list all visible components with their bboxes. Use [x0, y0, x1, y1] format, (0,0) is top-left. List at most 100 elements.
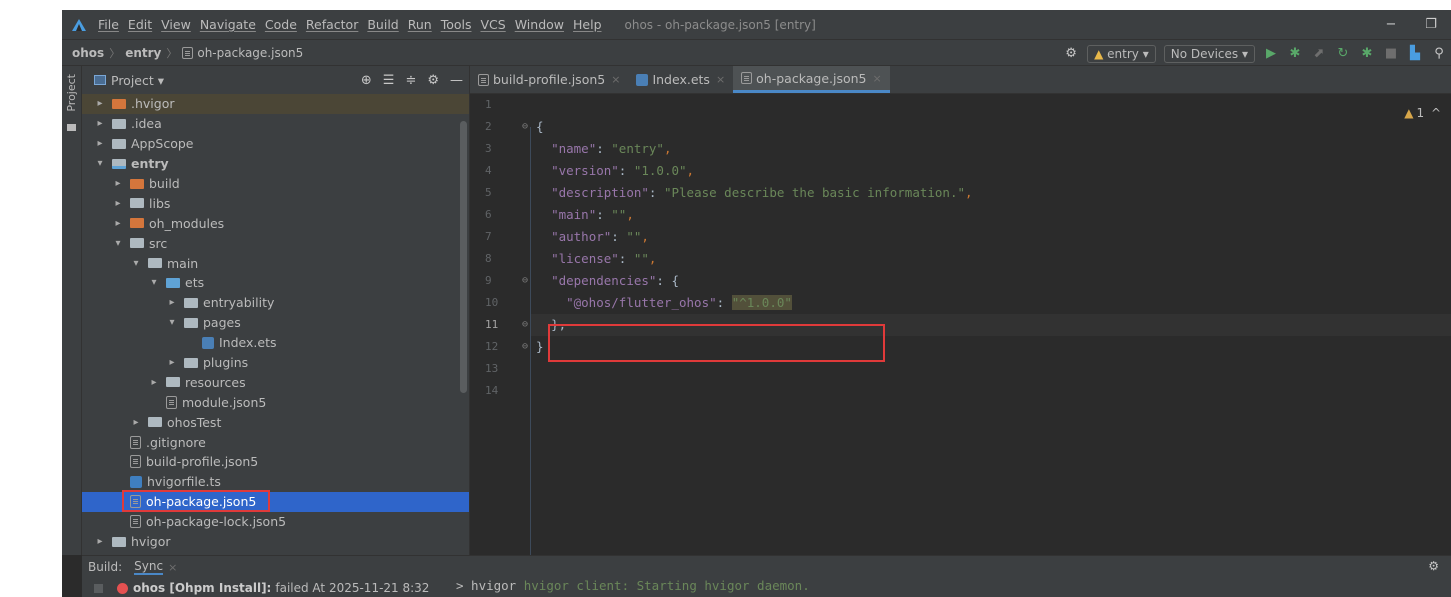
menu-help[interactable]: Help: [573, 17, 602, 32]
chevron-down-icon[interactable]: ▾: [112, 238, 124, 249]
tree-item-idea[interactable]: ▸ .idea: [82, 114, 469, 134]
tree-item-entry[interactable]: ▾ entry: [82, 154, 469, 174]
menu-edit[interactable]: Edit: [128, 17, 152, 32]
error-icon: [117, 582, 128, 594]
chevron-right-icon[interactable]: ▸: [166, 297, 178, 308]
menu-run[interactable]: Run: [408, 17, 432, 32]
tree-item-entryability[interactable]: ▸ entryability: [82, 293, 469, 313]
tree-item-label: ohosTest: [167, 414, 222, 430]
tree-item-build-profile-json5[interactable]: ▸build-profile.json5: [82, 452, 469, 472]
chevron-down-icon[interactable]: ▾: [166, 317, 178, 328]
close-tab-icon[interactable]: ×: [168, 561, 177, 574]
stop-icon[interactable]: ■: [1383, 46, 1399, 61]
debug-icon[interactable]: ✱: [1287, 46, 1303, 61]
tree-item-ets[interactable]: ▾ ets: [82, 273, 469, 293]
profiler-icon[interactable]: ✱: [1359, 46, 1375, 61]
close-tab-icon[interactable]: ×: [873, 72, 882, 85]
collapse-icon[interactable]: [94, 583, 103, 593]
settings-gear-icon[interactable]: ⚙: [1428, 559, 1439, 573]
chevron-right-icon[interactable]: ▸: [148, 377, 160, 388]
tree-item-resources[interactable]: ▸ resources: [82, 372, 469, 392]
breadcrumb-root[interactable]: ohos: [72, 46, 104, 60]
line-number: 1: [485, 98, 492, 111]
menu-view[interactable]: View: [161, 17, 191, 32]
project-scrollbar[interactable]: [460, 121, 467, 393]
tree-item-hvigor[interactable]: ▸ hvigor: [82, 532, 469, 552]
chevron-right-icon[interactable]: ▸: [94, 138, 106, 149]
editor-tab-build-profile-json5[interactable]: build-profile.json5 ×: [470, 66, 628, 93]
restore-button[interactable]: ❐: [1411, 17, 1451, 32]
close-tab-icon[interactable]: ×: [611, 73, 620, 86]
tree-item-oh-package-lock-json5[interactable]: ▸oh-package-lock.json5: [82, 512, 469, 532]
editor-tab-oh-package-json5[interactable]: oh-package.json5 ×: [733, 66, 890, 93]
chevron-right-icon[interactable]: ▸: [166, 357, 178, 368]
tree-item-gitignore[interactable]: ▸.gitignore: [82, 432, 469, 452]
device-manager-icon[interactable]: ▙: [1407, 46, 1423, 61]
module-selector[interactable]: ▲ entry ▾: [1087, 44, 1156, 63]
tree-item-oh-package-json5[interactable]: ▸oh-package.json5: [82, 489, 469, 512]
settings-gear-icon[interactable]: ⚙: [1063, 46, 1079, 61]
hide-panel-icon[interactable]: —: [450, 73, 463, 88]
search-icon[interactable]: ⚲: [1431, 46, 1447, 61]
project-view-selector[interactable]: Project ▾: [111, 73, 164, 88]
chevron-down-icon[interactable]: ▾: [94, 158, 106, 169]
tree-item-module-json5[interactable]: ▸module.json5: [82, 392, 469, 412]
chevron-right-icon[interactable]: ▸: [130, 417, 142, 428]
code-line-8: "license": "",: [551, 251, 657, 266]
locate-file-icon[interactable]: ⊕: [361, 73, 372, 88]
fold-marker-icon[interactable]: ⊖: [522, 270, 528, 292]
run-icon[interactable]: ▶: [1263, 46, 1279, 61]
tree-item-index-ets[interactable]: ▸Index.ets: [82, 333, 469, 353]
menu-tools[interactable]: Tools: [441, 17, 472, 32]
inspection-widget[interactable]: ▲ 1 ^: [1404, 106, 1441, 120]
chevron-right-icon[interactable]: ▸: [112, 218, 124, 229]
menu-code[interactable]: Code: [265, 17, 297, 32]
collapse-all-icon[interactable]: ≑: [405, 73, 416, 88]
fold-marker-icon[interactable]: ⊖: [522, 314, 528, 336]
folder-icon: [112, 536, 126, 547]
chevron-right-icon[interactable]: ▸: [94, 536, 106, 547]
attach-debugger-icon[interactable]: ⬈: [1311, 46, 1327, 61]
editor-tab-index-ets[interactable]: Index.ets ×: [628, 66, 733, 93]
breadcrumb-module[interactable]: entry: [125, 46, 161, 60]
tree-item-label: plugins: [203, 355, 249, 371]
minimize-button[interactable]: −: [1371, 17, 1411, 32]
folder-icon: [112, 118, 126, 129]
console-output: hvigor client: Starting hvigor daemon.: [523, 578, 810, 593]
menu-build[interactable]: Build: [367, 17, 398, 32]
tree-item-src[interactable]: ▾ src: [82, 233, 469, 253]
tree-item-libs[interactable]: ▸ libs: [82, 193, 469, 213]
project-tool-button[interactable]: Project: [65, 74, 78, 112]
apply-changes-icon[interactable]: ↻: [1335, 46, 1351, 61]
tree-item-plugins[interactable]: ▸ plugins: [82, 353, 469, 373]
tree-item-pages[interactable]: ▾ pages: [82, 313, 469, 333]
tree-item-hvigor[interactable]: ▸ .hvigor: [82, 94, 469, 114]
chevron-down-icon[interactable]: ▾: [130, 258, 142, 269]
chevron-right-icon[interactable]: ▸: [94, 118, 106, 129]
code-area[interactable]: { "name": "entry", "version": "1.0.0", "…: [530, 94, 1451, 555]
settings-gear-icon[interactable]: ⚙: [427, 73, 439, 88]
tree-item-appscope[interactable]: ▸ AppScope: [82, 134, 469, 154]
tree-item-build[interactable]: ▸ build: [82, 174, 469, 194]
close-tab-icon[interactable]: ×: [716, 73, 725, 86]
menu-refactor[interactable]: Refactor: [306, 17, 358, 32]
device-selector[interactable]: No Devices ▾: [1163, 44, 1255, 63]
menu-file[interactable]: File: [98, 17, 119, 32]
expand-all-icon[interactable]: ☰: [383, 73, 395, 88]
tab-sync[interactable]: Sync: [134, 559, 164, 575]
tree-item-ohostest[interactable]: ▸ ohosTest: [82, 412, 469, 432]
tree-item-main[interactable]: ▾ main: [82, 253, 469, 273]
breadcrumb-file[interactable]: oh-package.json5: [197, 46, 303, 60]
chevron-right-icon[interactable]: ▸: [112, 198, 124, 209]
chevron-right-icon[interactable]: ▸: [94, 98, 106, 109]
code-line-4: "version": "1.0.0",: [551, 163, 695, 178]
module-icon: ▲: [1094, 46, 1104, 61]
fold-marker-icon[interactable]: ⊖: [522, 116, 528, 138]
chevron-right-icon[interactable]: ▸: [112, 178, 124, 189]
menu-navigate[interactable]: Navigate: [200, 17, 256, 32]
menu-window[interactable]: Window: [515, 17, 564, 32]
fold-marker-icon[interactable]: ⊖: [522, 336, 528, 358]
tree-item-oh-modules[interactable]: ▸ oh_modules: [82, 213, 469, 233]
menu-vcs[interactable]: VCS: [481, 17, 506, 32]
chevron-down-icon[interactable]: ▾: [148, 277, 160, 288]
